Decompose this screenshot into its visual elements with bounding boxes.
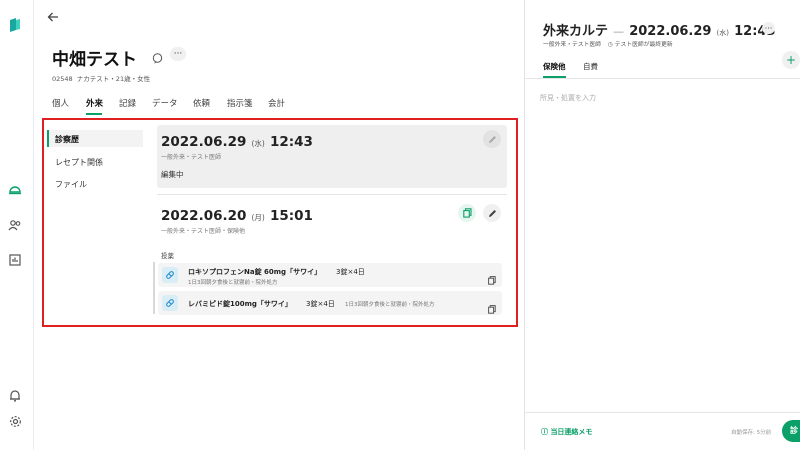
chart-date: 2022.06.29 <box>629 24 712 39</box>
save-button[interactable]: 診 <box>782 420 800 442</box>
chart-title-label: 外来カルテ <box>543 24 609 39</box>
tab-insurance[interactable]: 保険他 <box>543 61 566 72</box>
tab-orders[interactable]: 指示箋 <box>227 97 253 109</box>
tab-individual[interactable]: 個人 <box>52 97 69 109</box>
notification-bell-icon[interactable] <box>8 388 22 402</box>
patient-meta: 02548 ナカテスト・21歳・女性 <box>52 75 151 83</box>
tab-self-pay[interactable]: 自費 <box>583 61 598 72</box>
comment-icon[interactable] <box>152 49 165 64</box>
clock-icon: ◷ <box>607 42 613 48</box>
tab-billing[interactable]: 会計 <box>268 97 285 109</box>
chart-report-icon[interactable] <box>8 253 22 267</box>
back-arrow-icon[interactable] <box>47 8 59 27</box>
tab-outpatient[interactable]: 外来 <box>86 97 103 109</box>
tab-active-indicator <box>86 113 102 115</box>
tab-records[interactable]: 記録 <box>119 97 136 109</box>
highlight-frame <box>42 118 518 327</box>
daily-memo-label: 当日連絡メモ <box>550 428 593 436</box>
app-logo-icon[interactable] <box>8 18 22 32</box>
more-options-icon[interactable]: ··· <box>170 47 186 61</box>
settings-gear-icon[interactable] <box>8 414 22 428</box>
memo-icon: ⓘ <box>541 428 548 436</box>
tab-requests[interactable]: 依頼 <box>193 97 210 109</box>
chart-title-sep: — <box>613 25 625 38</box>
chart-weekday: (水) <box>716 29 730 37</box>
chart-sub-updated: テスト医師が最終更新 <box>614 42 673 48</box>
chart-sub: 一般外来・テスト医師 ◷ テスト医師が最終更新 <box>543 39 673 48</box>
reception-bell-icon[interactable] <box>8 182 22 196</box>
findings-input[interactable]: 所見・処置を入力 <box>540 93 596 103</box>
autosave-status: 自動保存: 5分前 <box>731 430 772 436</box>
chart-title: 外来カルテ — 2022.06.29 (水) 12:43 <box>543 20 776 39</box>
patients-icon[interactable] <box>8 218 22 232</box>
chart-sub-department: 一般外来・テスト医師 <box>543 42 601 48</box>
patient-name: 中畑テスト <box>52 50 137 70</box>
add-plus-icon[interactable]: + <box>782 51 800 69</box>
footer-divider <box>525 412 800 413</box>
right-divider <box>525 78 800 79</box>
daily-memo-link[interactable]: ⓘ 当日連絡メモ <box>541 427 592 437</box>
icon-rail <box>0 0 34 450</box>
chart-more-icon[interactable]: ··· <box>762 22 775 34</box>
tab-data[interactable]: データ <box>152 97 178 109</box>
